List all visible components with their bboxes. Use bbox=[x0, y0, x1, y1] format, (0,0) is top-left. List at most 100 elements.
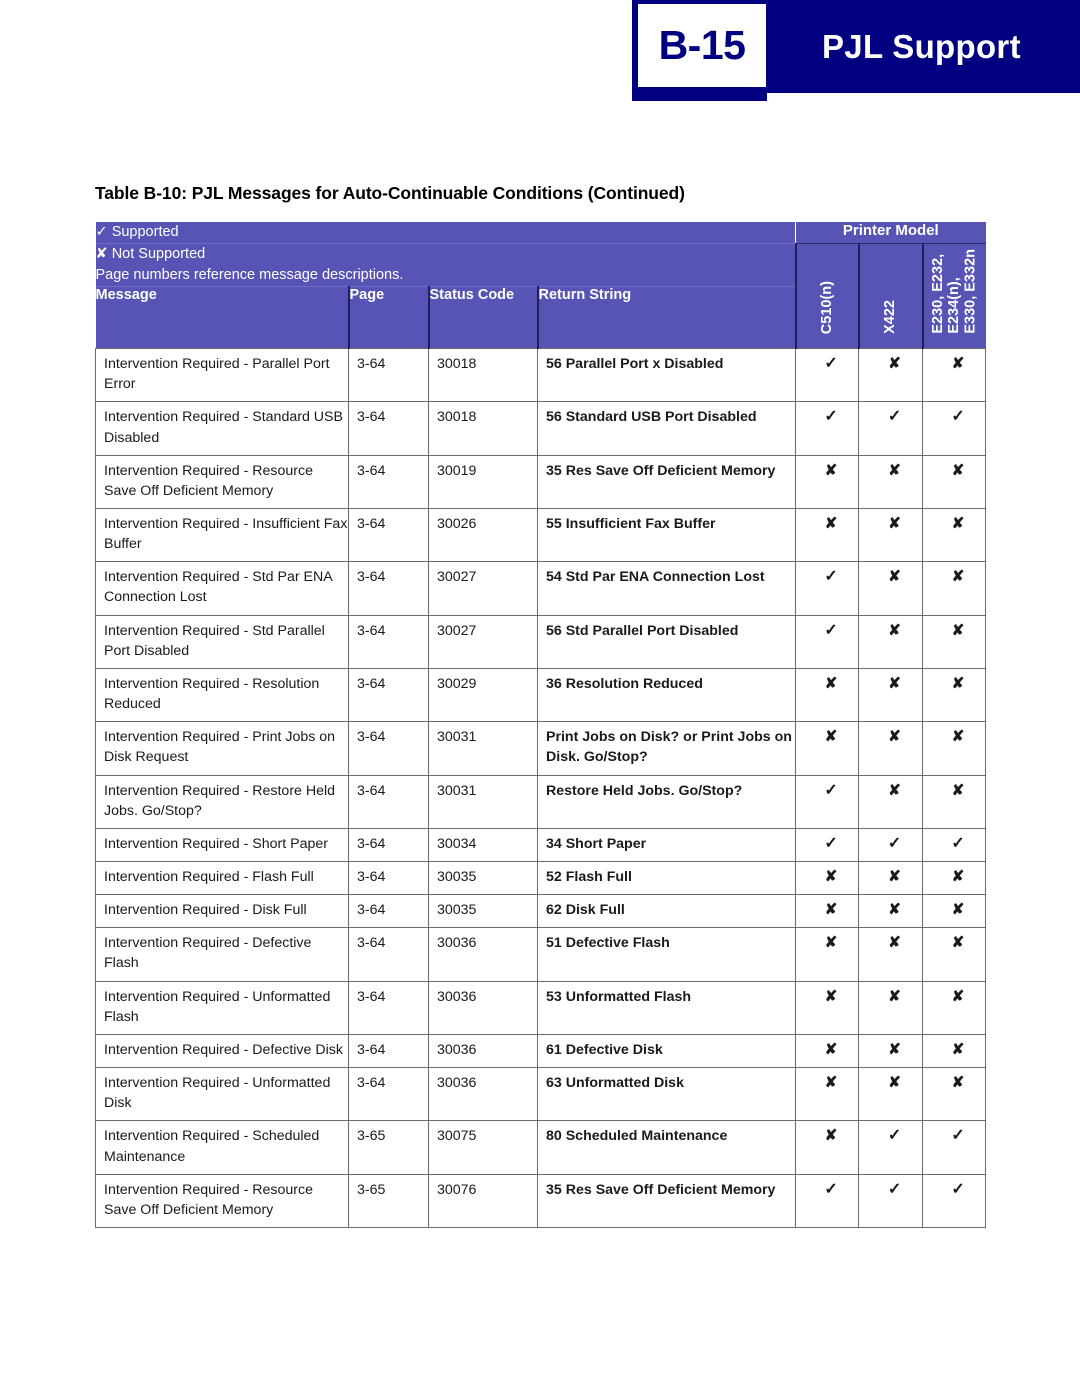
cell-support-x422: ✘ bbox=[858, 507, 924, 563]
cell-support-x422: ✓ bbox=[858, 1173, 924, 1229]
page-header-banner-foot bbox=[632, 93, 767, 101]
cross-icon: ✘ bbox=[824, 934, 838, 952]
cell-page: 3-64 bbox=[348, 927, 429, 982]
cell-page: 3-64 bbox=[348, 454, 429, 509]
cell-status-code: 30036 bbox=[428, 1067, 538, 1122]
check-icon: ✓ bbox=[95, 224, 108, 240]
cell-support-c510: ✓ bbox=[795, 1173, 860, 1229]
cross-icon: ✘ bbox=[951, 355, 965, 373]
cross-icon: ✘ bbox=[951, 987, 965, 1005]
cell-support-c510: ✘ bbox=[795, 667, 860, 723]
model-column-header-e-series: E230, E232, E234(n), E330, E332n bbox=[921, 243, 986, 349]
column-header-page: Page bbox=[347, 286, 429, 349]
cell-message: Intervention Required - Print Jobs on Di… bbox=[95, 721, 349, 776]
cell-support-c510: ✓ bbox=[795, 561, 860, 616]
table-caption: Table B-10: PJL Messages for Auto-Contin… bbox=[95, 183, 685, 203]
cross-icon: ✘ bbox=[888, 868, 901, 886]
table-row: Intervention Required - Unformatted Flas… bbox=[95, 980, 987, 1035]
page-number-box: B-15 bbox=[638, 4, 766, 87]
cell-support-c510: ✘ bbox=[795, 861, 860, 896]
check-icon: ✓ bbox=[824, 568, 838, 586]
cell-support-x422: ✘ bbox=[858, 927, 924, 982]
cell-status-code: 30018 bbox=[428, 348, 538, 403]
cell-page: 3-64 bbox=[348, 507, 429, 563]
cross-icon: ✘ bbox=[824, 1040, 838, 1058]
cross-icon: ✘ bbox=[888, 568, 901, 586]
table-row: Intervention Required - Std Parallel Por… bbox=[95, 614, 987, 669]
model-column-label: C510(n) bbox=[818, 280, 835, 335]
cell-support-e-series: ✘ bbox=[922, 454, 987, 509]
cell-message: Intervention Required - Unformatted Flas… bbox=[95, 980, 349, 1035]
cell-page: 3-64 bbox=[348, 401, 429, 456]
cross-icon: ✘ bbox=[951, 568, 965, 586]
table-row: Intervention Required - Standard USB Dis… bbox=[95, 401, 987, 456]
cell-status-code: 30034 bbox=[428, 827, 538, 863]
cell-message: Intervention Required - Parallel Port Er… bbox=[95, 348, 349, 403]
cross-icon: ✘ bbox=[888, 621, 901, 639]
table-row: Intervention Required - Std Par ENA Conn… bbox=[95, 561, 987, 616]
cross-icon: ✘ bbox=[951, 868, 965, 886]
cross-icon: ✘ bbox=[951, 934, 965, 952]
cross-icon: ✘ bbox=[888, 781, 901, 799]
cell-return-string: 53 Unformatted Flash bbox=[536, 980, 797, 1035]
cell-status-code: 30031 bbox=[428, 721, 538, 776]
cell-return-string: 63 Unformatted Disk bbox=[536, 1067, 797, 1122]
cell-status-code: 30036 bbox=[428, 927, 538, 982]
cell-page: 3-65 bbox=[348, 1173, 429, 1229]
table-row: Intervention Required - Defective Flash 3… bbox=[95, 927, 987, 982]
cell-support-e-series: ✘ bbox=[922, 721, 987, 776]
table-row: Intervention Required - Scheduled Mainte… bbox=[95, 1120, 987, 1175]
cell-message: Intervention Required - Resource Save Of… bbox=[95, 454, 349, 509]
table-row: Intervention Required - Defective Disk 3-… bbox=[95, 1033, 987, 1069]
cell-message: Intervention Required - Restore Held Job… bbox=[95, 774, 349, 829]
table-row: Intervention Required - Flash Full 3-64 30… bbox=[95, 861, 987, 896]
cell-status-code: 30075 bbox=[428, 1120, 538, 1175]
cell-message: Intervention Required - Unformatted Disk bbox=[95, 1067, 349, 1122]
cell-page: 3-64 bbox=[348, 774, 429, 829]
cell-support-x422: ✘ bbox=[858, 1067, 924, 1122]
cell-message: Intervention Required - Resolution Reduc… bbox=[95, 667, 349, 723]
cell-message: Intervention Required - Flash Full bbox=[95, 861, 349, 896]
cell-support-e-series: ✘ bbox=[922, 894, 987, 929]
cell-support-e-series: ✘ bbox=[922, 861, 987, 896]
legend-supported-label: Supported bbox=[111, 224, 179, 240]
check-icon: ✓ bbox=[887, 834, 902, 852]
page-header-banner: B-15 PJL Support bbox=[632, 0, 1080, 93]
cell-status-code: 30036 bbox=[428, 980, 538, 1035]
cell-return-string: 56 Std Parallel Port Disabled bbox=[536, 614, 797, 669]
cell-support-c510: ✓ bbox=[795, 774, 860, 829]
cell-support-e-series: ✓ bbox=[922, 827, 987, 863]
check-icon: ✓ bbox=[824, 355, 838, 373]
cross-icon: ✘ bbox=[824, 728, 838, 746]
cell-support-c510: ✘ bbox=[795, 721, 860, 776]
cell-return-string: 35 Res Save Off Deficient Memory bbox=[536, 454, 797, 509]
cross-icon: ✘ bbox=[951, 621, 965, 639]
cell-support-x422: ✘ bbox=[858, 894, 924, 929]
cell-message: Intervention Required - Resource Save Of… bbox=[95, 1173, 349, 1229]
check-icon: ✓ bbox=[824, 781, 838, 799]
check-icon: ✓ bbox=[887, 1180, 902, 1198]
cell-return-string: 52 Flash Full bbox=[536, 861, 797, 896]
cell-support-x422: ✘ bbox=[858, 667, 924, 723]
cross-icon: ✘ bbox=[95, 246, 108, 263]
cross-icon: ✘ bbox=[951, 674, 965, 692]
cross-icon: ✘ bbox=[888, 934, 901, 952]
cross-icon: ✘ bbox=[951, 1074, 965, 1092]
column-header-message: Message bbox=[95, 286, 349, 349]
cell-support-e-series: ✘ bbox=[922, 980, 987, 1035]
cell-return-string: 35 Res Save Off Deficient Memory bbox=[536, 1173, 797, 1229]
cell-support-x422: ✘ bbox=[858, 774, 924, 829]
cross-icon: ✘ bbox=[824, 987, 838, 1005]
cell-support-c510: ✘ bbox=[795, 1033, 860, 1069]
cell-support-c510: ✘ bbox=[795, 454, 860, 509]
cell-message: Intervention Required - Defective Flash bbox=[95, 927, 349, 982]
cell-support-c510: ✘ bbox=[795, 894, 860, 929]
cross-icon: ✘ bbox=[888, 1040, 901, 1058]
cell-page: 3-64 bbox=[348, 348, 429, 403]
legend-note: Page numbers reference message descripti… bbox=[95, 267, 404, 284]
table-header-note-row: ✘ Not Supported Page numbers reference m… bbox=[95, 243, 986, 349]
check-icon: ✓ bbox=[951, 1127, 965, 1145]
cell-status-code: 30076 bbox=[428, 1173, 538, 1229]
cell-status-code: 30019 bbox=[428, 454, 538, 509]
cell-return-string: 34 Short Paper bbox=[536, 827, 797, 863]
